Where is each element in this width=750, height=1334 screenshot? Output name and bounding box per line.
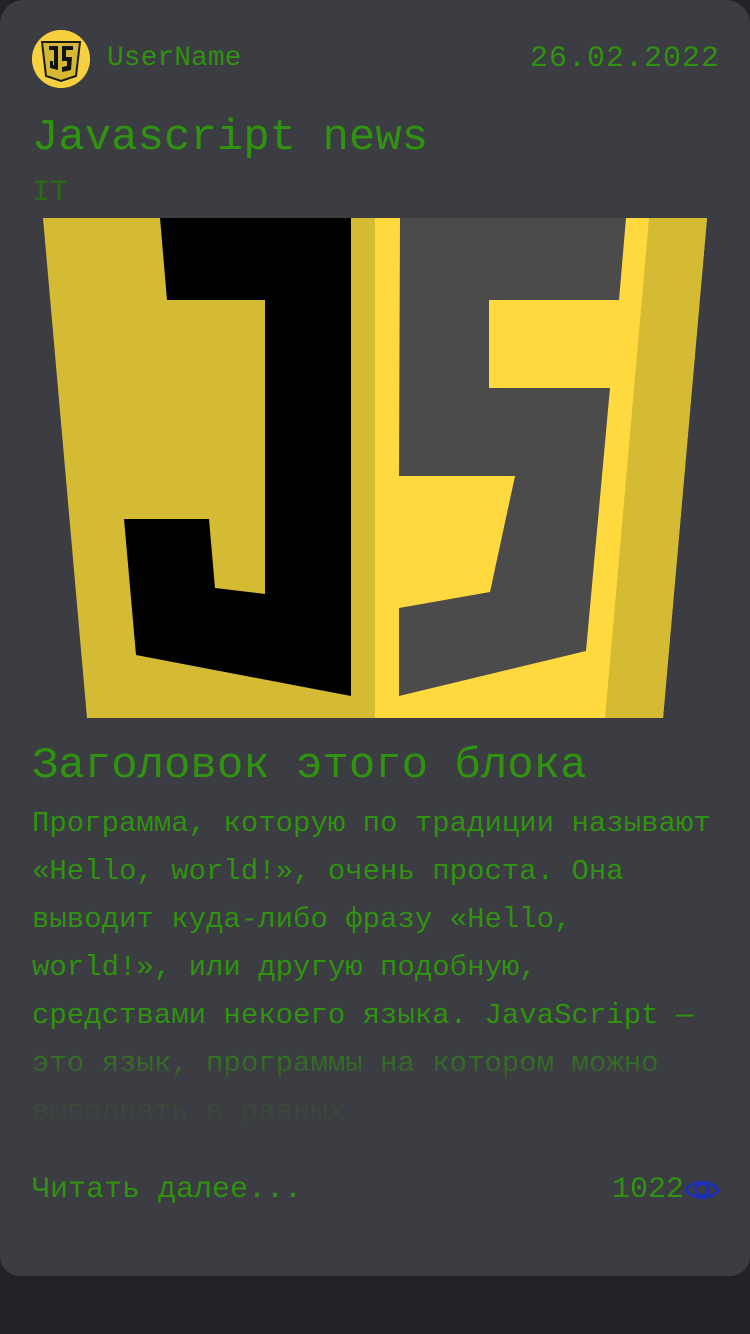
post-title: Javascript news — [32, 113, 429, 163]
avatar[interactable] — [32, 30, 90, 88]
post-footer: Читать далее... 1022 — [32, 1168, 720, 1212]
eye-icon — [684, 1181, 720, 1199]
username[interactable]: UserName — [107, 42, 241, 76]
block-title: Заголовок этого блока — [32, 741, 587, 791]
post-body: Программа, которую по традиции называют … — [32, 807, 711, 1128]
js-shield-logo — [43, 218, 707, 718]
views-count: 1022 — [611, 1173, 684, 1207]
post-header: UserName 26.02.2022 — [32, 30, 720, 90]
post-category[interactable]: IT — [32, 176, 68, 210]
views-counter: 1022 — [612, 1170, 720, 1210]
post-date: 26.02.2022 — [529, 42, 720, 76]
js-logo-icon — [32, 30, 90, 88]
post-card[interactable]: UserName 26.02.2022 Javascript news IT З… — [0, 0, 750, 1276]
read-more-link[interactable]: Читать далее... — [32, 1172, 302, 1208]
